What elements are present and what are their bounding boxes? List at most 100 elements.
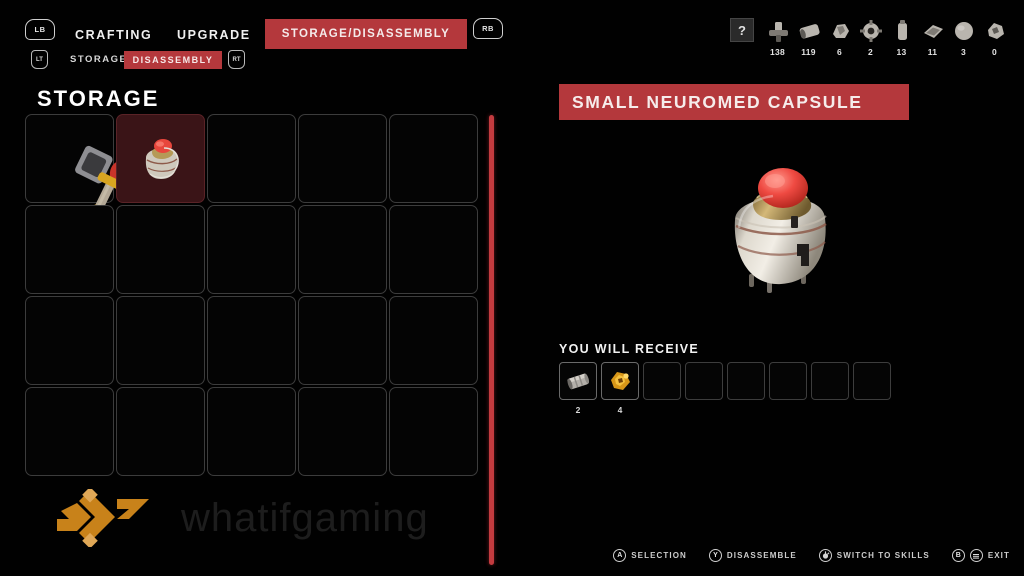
canister-resource-icon xyxy=(897,20,907,40)
resource-count: 0 xyxy=(991,47,998,57)
rt-trigger-button[interactable]: RT xyxy=(228,50,245,69)
storage-cell[interactable] xyxy=(389,114,478,203)
storage-cell[interactable] xyxy=(298,296,387,385)
receive-count: 4 xyxy=(617,405,623,415)
hint-label: EXIT xyxy=(987,551,1010,560)
resource-item-6: 3 xyxy=(948,16,979,57)
storage-cell[interactable] xyxy=(207,205,296,294)
gear-resource-icon xyxy=(859,16,883,44)
receive-slot-wrapper-1: 4 xyxy=(601,362,641,415)
storage-grid xyxy=(25,114,478,476)
gold-cluster-icon xyxy=(611,372,630,390)
hint-label: DISASSEMBLE xyxy=(726,551,797,560)
receive-slot-filled[interactable] xyxy=(601,362,639,400)
storage-cell[interactable] xyxy=(25,387,114,476)
receive-slot-wrapper-7 xyxy=(853,362,893,415)
receive-slot-wrapper-3 xyxy=(685,362,725,415)
subtab-storage[interactable]: STORAGE xyxy=(70,53,127,67)
resource-count: 13 xyxy=(896,47,907,57)
watermark-text: whatifgaming xyxy=(181,495,429,540)
storage-cell[interactable] xyxy=(389,205,478,294)
hint-switch-to-skills[interactable]: SWITCH TO SKILLS xyxy=(818,549,930,562)
tab-storage-disassembly[interactable]: STORAGE/DISASSEMBLY xyxy=(265,19,467,49)
a-button-icon: A xyxy=(613,549,627,562)
neuromed-capsule-icon xyxy=(145,138,179,179)
metal-cylinder-icon xyxy=(567,373,590,390)
lb-bumper-button[interactable]: LB xyxy=(25,19,55,40)
receive-slot-wrapper-5 xyxy=(769,362,809,415)
b-button-icon: B xyxy=(951,549,965,562)
lt-trigger-button[interactable]: LT xyxy=(31,50,48,69)
receive-slot-empty[interactable] xyxy=(685,362,723,400)
analog-stick-icon xyxy=(818,549,832,562)
storage-cell[interactable] xyxy=(389,296,478,385)
hint-disassemble[interactable]: Y DISASSEMBLE xyxy=(708,549,797,562)
storage-cell-selected[interactable] xyxy=(116,114,205,203)
storage-cell[interactable] xyxy=(25,205,114,294)
storage-cell[interactable] xyxy=(25,296,114,385)
watermark: whatifgaming xyxy=(55,487,540,549)
item-preview xyxy=(560,135,1000,325)
storage-cell[interactable] xyxy=(298,387,387,476)
sphere-resource-icon xyxy=(954,22,973,40)
resource-count: 11 xyxy=(927,47,938,57)
resource-count: 6 xyxy=(836,47,843,57)
resource-count: 2 xyxy=(867,47,874,57)
receive-slot-empty[interactable] xyxy=(769,362,807,400)
page-title: STORAGE xyxy=(37,86,160,111)
resource-count: 138 xyxy=(769,47,786,57)
resource-bar: ? 138 119 6 2 13 11 3 0 xyxy=(730,16,1010,57)
gear-resource-icon xyxy=(859,20,882,42)
hint-label: SWITCH TO SKILLS xyxy=(836,551,930,560)
sphere-resource-icon xyxy=(952,16,976,44)
hint-label: SELECTION xyxy=(631,551,687,560)
bolt-resource-icon xyxy=(768,22,788,42)
button-hints: A SELECTION Y DISASSEMBLE SWITCH TO SKILLS B… xyxy=(613,549,1010,562)
storage-cell[interactable] xyxy=(207,114,296,203)
receive-slot-empty[interactable] xyxy=(811,362,849,400)
storage-scrollbar[interactable] xyxy=(489,115,494,565)
whatifgaming-logo-icon xyxy=(57,489,149,547)
receive-slot-empty[interactable] xyxy=(727,362,765,400)
storage-cell[interactable] xyxy=(298,205,387,294)
receive-slot-wrapper-4 xyxy=(727,362,767,415)
scrap-resource-icon xyxy=(832,24,849,38)
resource-item-4: 13 xyxy=(886,16,917,57)
storage-cell[interactable] xyxy=(116,387,205,476)
tab-crafting[interactable]: CRAFTING xyxy=(75,25,152,45)
neuromed-capsule-model-icon xyxy=(734,167,827,293)
scrap-resource-icon xyxy=(828,16,852,44)
y-button-icon: Y xyxy=(708,549,722,562)
hint-selection[interactable]: A SELECTION xyxy=(613,549,687,562)
receive-slot-empty[interactable] xyxy=(853,362,891,400)
storage-cell[interactable] xyxy=(116,205,205,294)
rb-bumper-button[interactable]: RB xyxy=(473,18,503,39)
cluster-resource-icon xyxy=(983,16,1007,44)
resource-item-2: 6 xyxy=(824,16,855,57)
resource-count: 3 xyxy=(960,47,967,57)
resource-item-0: 138 xyxy=(762,16,793,57)
storage-cell[interactable] xyxy=(116,296,205,385)
top-navigation: LB RB CRAFTING UPGRADE STORAGE/DISASSEMB… xyxy=(0,0,560,80)
item-title-bar: SMALL NEUROMED CAPSULE xyxy=(559,84,909,120)
hint-exit[interactable]: B EXIT xyxy=(951,549,1010,562)
receive-slot-wrapper-0: 2 xyxy=(559,362,599,415)
receive-slot-empty[interactable] xyxy=(643,362,681,400)
resource-item-3: 2 xyxy=(855,16,886,57)
receive-slot-wrapper-6 xyxy=(811,362,851,415)
receive-label: YOU WILL RECEIVE xyxy=(559,342,700,356)
storage-cell[interactable] xyxy=(298,114,387,203)
storage-cell[interactable] xyxy=(25,114,168,289)
plate-resource-icon xyxy=(923,25,943,38)
plate-resource-icon xyxy=(921,16,945,44)
storage-cell[interactable] xyxy=(207,387,296,476)
subtab-disassembly[interactable]: DISASSEMBLY xyxy=(124,51,222,69)
tab-upgrade[interactable]: UPGRADE xyxy=(177,25,251,45)
receive-slot-filled[interactable] xyxy=(559,362,597,400)
storage-cell[interactable] xyxy=(389,387,478,476)
storage-cell[interactable] xyxy=(207,296,296,385)
help-icon[interactable]: ? xyxy=(730,18,754,42)
canister-resource-icon xyxy=(890,16,914,44)
resource-item-1: 119 xyxy=(793,16,824,57)
receive-grid: 2 4 xyxy=(559,362,893,415)
